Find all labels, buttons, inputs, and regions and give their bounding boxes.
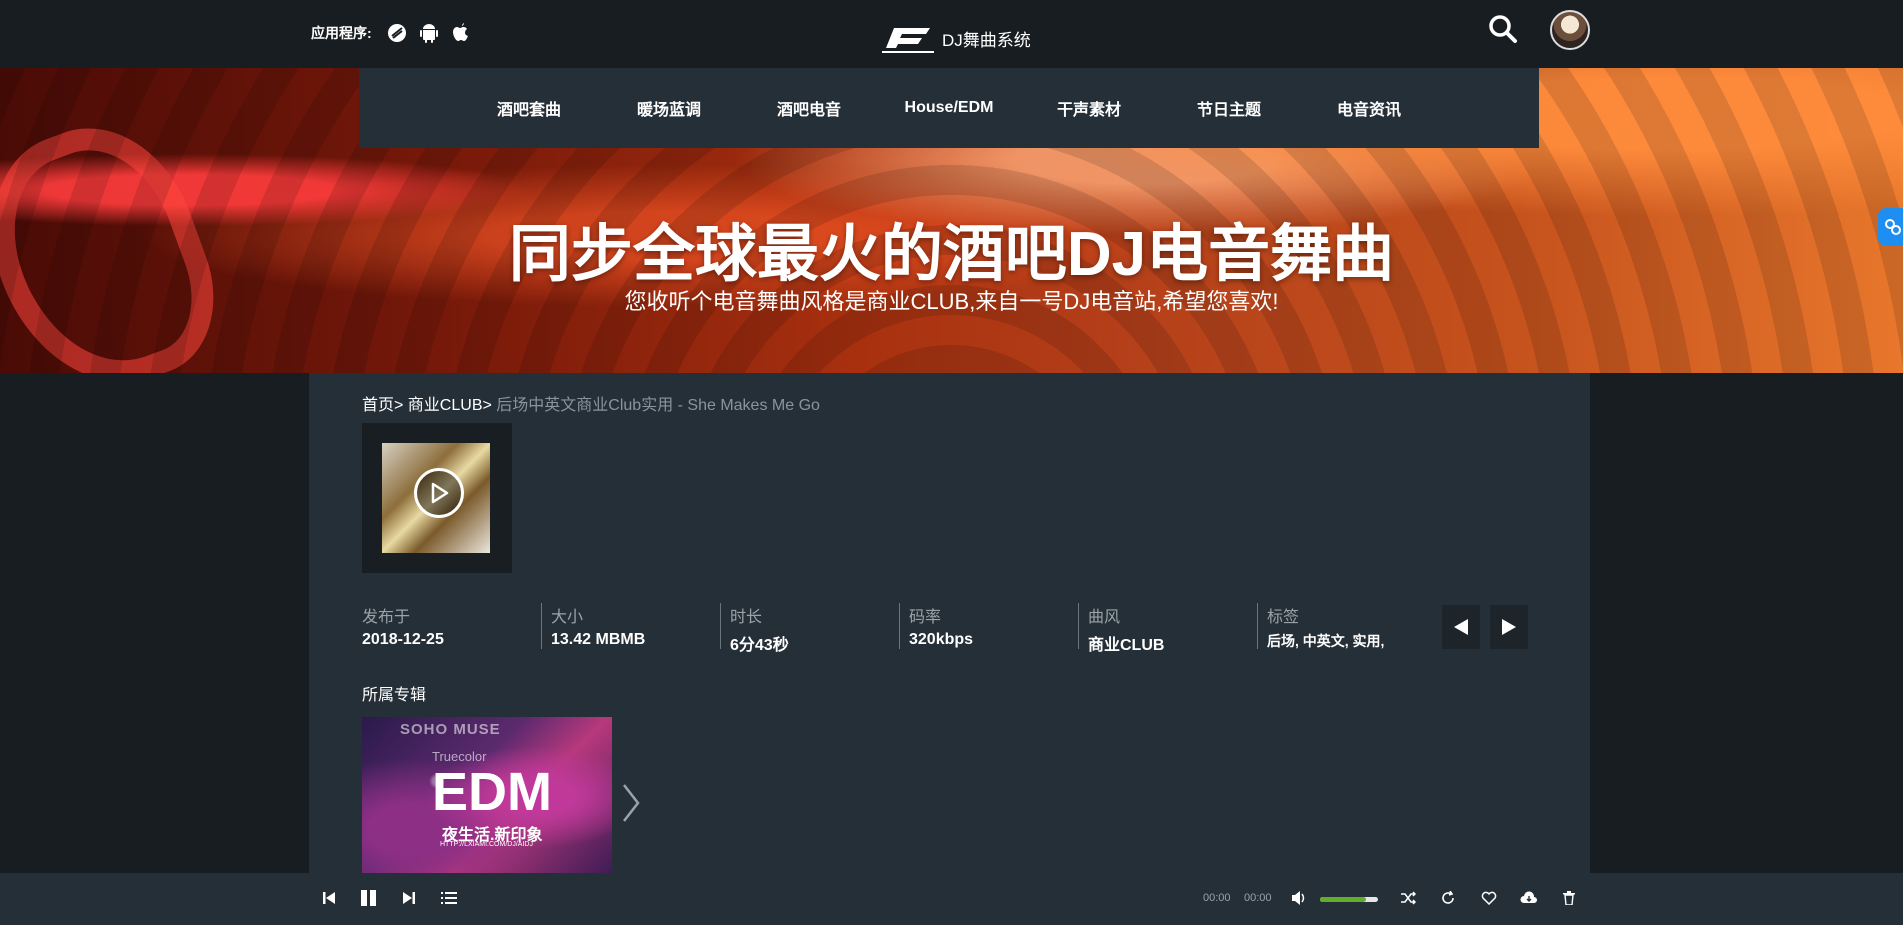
breadcrumb: 首页> 商业CLUB> 后场中英文商业Club实用 - She Makes Me… xyxy=(362,391,820,415)
arrow-left-icon xyxy=(1454,619,1468,635)
meta-value: 6分43秒 xyxy=(730,637,789,654)
volume-icon[interactable] xyxy=(1288,887,1310,909)
meta-genre: 曲风 商业CLUB xyxy=(1078,603,1257,654)
meta-duration: 时长 6分43秒 xyxy=(720,603,899,654)
banner-title: 同步全球最火的酒吧DJ电音舞曲 xyxy=(508,220,1395,289)
meta-bitrate: 码率 320kbps xyxy=(899,603,1078,649)
time-total: 00:00 xyxy=(1244,892,1272,904)
nav-item-bar-sets[interactable]: 酒吧套曲 xyxy=(459,96,599,120)
trash-icon[interactable] xyxy=(1558,887,1580,909)
meta-label: 时长 xyxy=(730,609,763,626)
skip-forward-icon[interactable] xyxy=(398,887,420,909)
next-track-button[interactable] xyxy=(1490,605,1528,649)
meta-value: 320kbps xyxy=(909,631,974,648)
meta-release-date: 发布于 2018-12-25 xyxy=(362,603,541,649)
audio-player-bar: 00:00 00:00 xyxy=(0,873,1903,925)
breadcrumb-category[interactable]: 商业CLUB> xyxy=(403,397,492,414)
shuffle-icon[interactable] xyxy=(1397,887,1419,909)
track-meta: 发布于 2018-12-25 大小 13.42 MBMB 时长 6分43秒 码率… xyxy=(362,603,1436,654)
album-heading: 所属专辑 xyxy=(362,687,427,704)
browser-icon[interactable] xyxy=(386,22,408,44)
nav-item-holiday-themes[interactable]: 节日主题 xyxy=(1159,96,1299,120)
meta-label: 曲风 xyxy=(1088,609,1121,626)
play-button[interactable] xyxy=(414,468,464,518)
apps-label: 应用程序: xyxy=(311,25,372,41)
app-downloads: 应用程序: xyxy=(311,22,472,44)
meta-value[interactable]: 商业CLUB xyxy=(1088,631,1257,655)
album-cover-text: HTTP://LXIAMI.COM/DJ/AIDJ xyxy=(440,841,533,848)
time-current: 00:00 xyxy=(1203,892,1231,904)
album-cover[interactable]: SOHO MUSE Truecolor EDM 夜生活.新印象 HTTP://L… xyxy=(362,717,612,877)
breadcrumb-home[interactable]: 首页> xyxy=(362,397,403,414)
breadcrumb-current: 后场中英文商业Club实用 - She Makes Me Go xyxy=(491,397,820,414)
track-detail-panel: 首页> 商业CLUB> 后场中英文商业Club实用 - She Makes Me… xyxy=(309,373,1590,877)
nav-item-news[interactable]: 电音资讯 xyxy=(1299,96,1439,120)
cloud-download-icon[interactable] xyxy=(1518,887,1540,909)
logo-text: DJ舞曲系统 xyxy=(942,30,1031,50)
meta-value: 13.42 MBMB xyxy=(551,631,646,648)
banner-subtitle: 您收听个电音舞曲风格是商业CLUB,来自一号DJ电音站,希望您喜欢! xyxy=(624,289,1279,314)
repeat-icon[interactable] xyxy=(1437,887,1459,909)
meta-label: 大小 xyxy=(551,609,584,626)
meta-size: 大小 13.42 MBMB xyxy=(541,603,720,649)
track-cover xyxy=(362,423,512,573)
top-bar: 应用程序: DJ舞曲系统 xyxy=(0,0,1903,68)
heart-icon[interactable] xyxy=(1478,887,1500,909)
nav-item-dry-vocals[interactable]: 干声素材 xyxy=(1019,96,1159,120)
skip-back-icon[interactable] xyxy=(318,887,340,909)
avatar[interactable] xyxy=(1550,10,1590,50)
volume-slider[interactable] xyxy=(1320,897,1378,902)
chevron-right-icon[interactable] xyxy=(621,783,641,823)
share-icon xyxy=(1885,219,1901,235)
arrow-right-icon xyxy=(1502,619,1516,635)
hero-banner: 酒吧套曲 暖场蓝调 酒吧电音 House/EDM 干声素材 节日主题 电音资讯 … xyxy=(0,68,1903,373)
pause-icon[interactable] xyxy=(358,887,380,909)
nav-item-bar-electronic[interactable]: 酒吧电音 xyxy=(739,96,879,120)
nav-item-house-edm[interactable]: House/EDM xyxy=(879,99,1019,117)
meta-label: 标签 xyxy=(1267,609,1300,626)
volume-level xyxy=(1320,897,1367,902)
album-cover-text: EDM xyxy=(432,762,552,822)
logo-mark-icon xyxy=(882,28,934,53)
main-nav: 酒吧套曲 暖场蓝调 酒吧电音 House/EDM 干声素材 节日主题 电音资讯 xyxy=(359,68,1539,148)
prev-track-button[interactable] xyxy=(1442,605,1480,649)
site-logo[interactable]: DJ舞曲系统 xyxy=(880,22,1031,54)
meta-label: 码率 xyxy=(909,609,942,626)
playlist-icon[interactable] xyxy=(438,887,460,909)
meta-value: 2018-12-25 xyxy=(362,631,444,648)
album-cover-text: SOHO MUSE xyxy=(400,721,501,738)
apple-icon[interactable] xyxy=(450,22,472,44)
meta-value[interactable]: 后场, 中英文, 实用, xyxy=(1267,631,1436,651)
share-side-tab[interactable] xyxy=(1878,208,1903,246)
search-icon[interactable] xyxy=(1488,14,1518,44)
meta-label: 发布于 xyxy=(362,609,411,626)
nav-item-warmup-blues[interactable]: 暖场蓝调 xyxy=(599,96,739,120)
android-icon[interactable] xyxy=(418,22,440,44)
meta-tags: 标签 后场, 中英文, 实用, xyxy=(1257,603,1436,649)
play-icon xyxy=(431,482,449,504)
